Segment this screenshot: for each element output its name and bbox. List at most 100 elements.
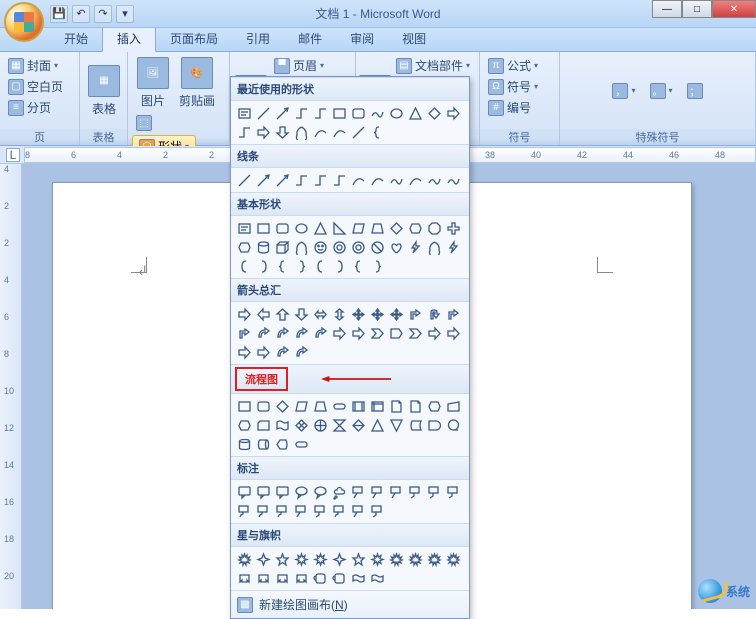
shape-textbox[interactable] <box>235 104 253 122</box>
shape-burst[interactable] <box>235 550 253 568</box>
shape-arL[interactable] <box>254 305 272 323</box>
shape-line[interactable] <box>235 171 253 189</box>
shape-para[interactable] <box>349 219 367 237</box>
shape-tape[interactable] <box>273 416 291 434</box>
shape-diamond[interactable] <box>273 397 291 415</box>
shape-curved[interactable] <box>292 324 310 342</box>
shape-directacc[interactable] <box>254 435 272 453</box>
shape-rrect[interactable] <box>349 104 367 122</box>
new-canvas-button[interactable]: ▩ 新建绘图画布(N) <box>231 590 469 618</box>
shape-scroll[interactable] <box>311 569 329 587</box>
shape-rrect[interactable] <box>273 219 291 237</box>
shape-chevR[interactable] <box>368 324 386 342</box>
shape-conn[interactable] <box>330 171 348 189</box>
quickparts-button[interactable]: ▤文档部件▾ <box>392 55 474 76</box>
shape-can[interactable] <box>254 238 272 256</box>
table-button[interactable]: ▦表格 <box>84 55 124 126</box>
shape-collate[interactable] <box>330 416 348 434</box>
shape-callo[interactable] <box>292 483 310 501</box>
shape-arR[interactable] <box>235 305 253 323</box>
shape-curved[interactable] <box>254 324 272 342</box>
shape-delay[interactable] <box>425 416 443 434</box>
shape-burst[interactable] <box>444 550 462 568</box>
shape-arR[interactable] <box>444 104 462 122</box>
shape-hex[interactable] <box>406 219 424 237</box>
tab-mailings[interactable]: 邮件 <box>284 26 336 51</box>
shape-ribbon[interactable] <box>254 569 272 587</box>
shape-rbrk[interactable] <box>330 257 348 275</box>
shape-stored[interactable] <box>406 416 424 434</box>
shape-free[interactable] <box>387 171 405 189</box>
minimize-button[interactable]: — <box>652 0 682 18</box>
shape-line[interactable] <box>254 104 272 122</box>
shape-bent[interactable] <box>235 324 253 342</box>
shape-extract[interactable] <box>368 416 386 434</box>
shape-curve[interactable] <box>406 171 424 189</box>
shape-tri[interactable] <box>311 219 329 237</box>
shape-lbrc[interactable] <box>273 257 291 275</box>
symbol-button[interactable]: Ω符号▾ <box>484 76 555 97</box>
shape-star8[interactable] <box>311 550 329 568</box>
shape-arR[interactable] <box>444 324 462 342</box>
tab-insert[interactable]: 插入 <box>102 25 156 52</box>
tab-references[interactable]: 引用 <box>232 26 284 51</box>
shape-line2[interactable] <box>311 502 329 520</box>
shape-arrow[interactable] <box>273 171 291 189</box>
shape-prep[interactable] <box>425 397 443 415</box>
shape-arD[interactable] <box>273 123 291 141</box>
shape-line1[interactable] <box>349 502 367 520</box>
shape-lbrk[interactable] <box>311 257 329 275</box>
shape-donut[interactable] <box>349 238 367 256</box>
shape-predef[interactable] <box>349 397 367 415</box>
shape-burst[interactable] <box>387 550 405 568</box>
shape-free[interactable] <box>444 171 462 189</box>
shape-line2[interactable] <box>425 483 443 501</box>
shape-line3[interactable] <box>254 502 272 520</box>
shape-diamond[interactable] <box>387 219 405 237</box>
shape-ellipse[interactable] <box>292 219 310 237</box>
shape-curve[interactable] <box>330 123 348 141</box>
shape-line2[interactable] <box>368 502 386 520</box>
shape-tear[interactable] <box>425 238 443 256</box>
shape-rbrc[interactable] <box>292 257 310 275</box>
shape-ribbon[interactable] <box>292 569 310 587</box>
shape-conn[interactable] <box>292 171 310 189</box>
shape-curved[interactable] <box>292 343 310 361</box>
shape-sum[interactable] <box>292 416 310 434</box>
shape-arUD[interactable] <box>330 305 348 323</box>
shape-uturn[interactable] <box>425 305 443 323</box>
shape-ar4[interactable] <box>387 305 405 323</box>
shape-free[interactable] <box>368 104 386 122</box>
shape-term[interactable] <box>292 435 310 453</box>
close-button[interactable]: ✕ <box>712 0 756 18</box>
shape-star5[interactable] <box>349 550 367 568</box>
shape-rbrc[interactable] <box>368 257 386 275</box>
shape-rect[interactable] <box>254 219 272 237</box>
shape-block[interactable] <box>368 238 386 256</box>
shape-lbrc[interactable] <box>368 123 386 141</box>
shape-tear[interactable] <box>292 238 310 256</box>
shape-arR[interactable] <box>254 123 272 141</box>
shape-magdisk[interactable] <box>235 435 253 453</box>
shape-smile[interactable] <box>311 238 329 256</box>
shape-conn[interactable] <box>235 123 253 141</box>
shape-line1[interactable] <box>368 483 386 501</box>
shape-line3[interactable] <box>235 502 253 520</box>
shape-line[interactable] <box>349 123 367 141</box>
shape-cloud[interactable] <box>330 483 348 501</box>
shape-manual[interactable] <box>444 397 462 415</box>
shape-donut[interactable] <box>330 238 348 256</box>
shape-ar4[interactable] <box>349 305 367 323</box>
shape-bolt[interactable] <box>444 238 462 256</box>
qat-more-icon[interactable]: ▾ <box>116 5 134 23</box>
shape-display[interactable] <box>273 435 291 453</box>
shape-star5[interactable] <box>273 550 291 568</box>
page-break-button[interactable]: ≡分页 <box>4 97 75 118</box>
shape-arU[interactable] <box>273 305 291 323</box>
shape-ar4[interactable] <box>368 305 386 323</box>
shape-arR[interactable] <box>254 343 272 361</box>
shape-prep[interactable] <box>235 416 253 434</box>
shape-heart[interactable] <box>387 238 405 256</box>
shape-wave[interactable] <box>368 569 386 587</box>
shape-line3[interactable] <box>330 502 348 520</box>
